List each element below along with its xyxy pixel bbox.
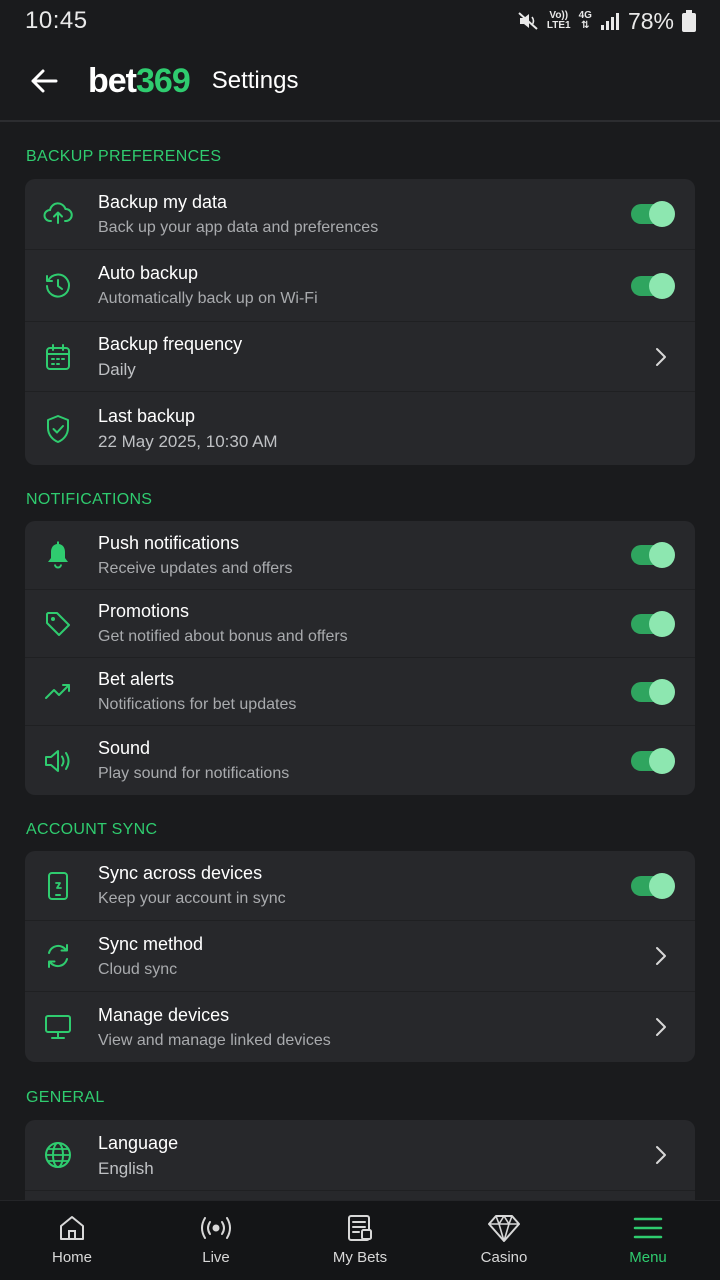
setting-sound[interactable]: Sound Play sound for notifications <box>25 726 695 795</box>
setting-title: Sync method <box>98 933 204 954</box>
setting-title: Sync across devices <box>98 863 263 883</box>
section-title-notifications: NOTIFICATIONS <box>26 491 153 508</box>
back-arrow-icon <box>31 69 58 93</box>
setting-title: Manage devices <box>98 1004 230 1025</box>
push-notifications-toggle[interactable] <box>631 542 675 568</box>
menu-icon <box>633 1217 663 1239</box>
section-title-account-sync: ACCOUNT SYNC <box>26 821 158 838</box>
home-icon <box>60 1216 84 1240</box>
setting-title: Push notifications <box>98 532 240 553</box>
account-sync-card: Sync across devices Keep your account in… <box>25 851 695 1062</box>
setting-sync-method[interactable]: Sync method Cloud sync <box>25 921 695 992</box>
nav-label: Home <box>51 1249 92 1266</box>
back-button[interactable] <box>22 59 66 103</box>
battery-icon <box>682 10 696 32</box>
shield-check-icon <box>47 414 69 443</box>
setting-title: Auto backup <box>98 263 199 283</box>
chevron-right-icon <box>656 947 666 965</box>
section-title-general: GENERAL <box>26 1089 105 1106</box>
notifications-card: Push notifications Receive updates and o… <box>25 521 695 795</box>
general-card: Language English <box>25 1120 695 1200</box>
setting-value: Daily <box>98 360 136 379</box>
setting-push-notifications[interactable]: Push notifications Receive updates and o… <box>25 521 695 590</box>
mute-icon <box>518 12 538 30</box>
nav-live[interactable]: Live <box>144 1201 288 1280</box>
setting-promotions[interactable]: Promotions Get notified about bonus and … <box>25 590 695 658</box>
section-title-backup: BACKUP PREFERENCES <box>26 148 222 165</box>
status-time: 10:45 <box>25 7 88 34</box>
setting-subtitle: View and manage linked devices <box>98 1031 331 1049</box>
setting-title: Backup my data <box>98 191 228 212</box>
nav-my-bets[interactable]: My Bets <box>288 1201 432 1280</box>
setting-title: Last backup <box>98 406 196 426</box>
setting-subtitle: Notifications for bet updates <box>98 696 297 713</box>
nav-menu[interactable]: Menu <box>576 1201 720 1280</box>
setting-title: Backup frequency <box>98 334 243 354</box>
setting-subtitle: Get notified about bonus and offers <box>98 628 348 645</box>
setting-sync-across-devices[interactable]: Sync across devices Keep your account in… <box>25 851 695 921</box>
calendar-icon <box>46 343 70 370</box>
bottom-nav: Home Live My Bets Casino Menu <box>0 1200 720 1280</box>
status-bar: 10:45 Vo)) LTE1 4G ⇅ 78% <box>0 0 720 42</box>
setting-next-partial[interactable] <box>25 1191 695 1200</box>
setting-bet-alerts[interactable]: Bet alerts Notifications for bet updates <box>25 658 695 726</box>
auto-backup-toggle[interactable] <box>631 272 675 299</box>
setting-auto-backup[interactable]: Auto backup Automatically back up on Wi-… <box>25 250 695 322</box>
status-icons: Vo)) LTE1 4G ⇅ 78% <box>517 8 696 35</box>
globe-icon <box>45 1142 71 1168</box>
tag-icon <box>46 611 70 636</box>
settings-content: BACKUP PREFERENCES Backup my data Back u… <box>0 124 720 1200</box>
sound-toggle[interactable] <box>631 747 675 774</box>
nav-casino[interactable]: Casino <box>432 1201 576 1280</box>
monitor-icon <box>45 1015 71 1039</box>
chevron-right-icon <box>656 1018 666 1036</box>
speaker-icon <box>45 749 70 772</box>
setting-language[interactable]: Language English <box>25 1120 695 1191</box>
my-bets-icon <box>348 1215 372 1241</box>
backup-card: Backup my data Back up your app data and… <box>25 179 695 465</box>
bell-icon <box>48 541 68 569</box>
app-header: bet369 Settings <box>0 42 720 122</box>
nav-home[interactable]: Home <box>0 1201 144 1280</box>
trending-up-icon <box>45 683 70 699</box>
chevron-right-icon <box>656 1146 666 1164</box>
casino-icon <box>488 1215 520 1242</box>
setting-subtitle: Play sound for notifications <box>98 765 290 782</box>
cloud-upload-icon <box>43 202 73 224</box>
chevron-right-icon <box>656 347 666 366</box>
volte-indicator: Vo)) LTE1 <box>546 10 571 31</box>
setting-title: Promotions <box>98 601 190 621</box>
promotions-toggle[interactable] <box>631 610 675 637</box>
setting-last-backup: Last backup 22 May 2025, 10:30 AM <box>25 392 695 465</box>
bet-alerts-toggle[interactable] <box>631 678 675 705</box>
phone-sync-icon <box>48 871 68 900</box>
nav-label: Live <box>202 1249 230 1266</box>
sync-across-devices-toggle[interactable] <box>631 872 675 899</box>
setting-manage-devices[interactable]: Manage devices View and manage linked de… <box>25 992 695 1062</box>
nav-label: My Bets <box>332 1249 388 1266</box>
live-icon <box>201 1217 231 1239</box>
backup-my-data-toggle[interactable] <box>631 201 675 227</box>
brand-logo: bet369 <box>88 61 191 100</box>
setting-title: Bet alerts <box>98 669 175 689</box>
setting-value: English <box>98 1158 154 1178</box>
setting-subtitle: Back up your app data and preferences <box>98 218 379 236</box>
setting-subtitle: Receive updates and offers <box>98 559 293 577</box>
clock-history-icon <box>46 273 70 298</box>
setting-subtitle: Automatically back up on Wi-Fi <box>98 290 318 307</box>
nav-label: Menu <box>629 1249 667 1266</box>
setting-subtitle: Cloud sync <box>98 960 178 978</box>
nav-label: Casino <box>480 1249 528 1266</box>
setting-title: Language <box>98 1132 179 1153</box>
setting-title: Sound <box>98 738 151 758</box>
page-title: Settings <box>211 67 299 94</box>
setting-subtitle: Keep your account in sync <box>98 890 286 907</box>
sync-icon <box>48 944 68 968</box>
battery-percent: 78% <box>627 7 674 34</box>
signal-icon <box>600 13 619 30</box>
setting-backup-frequency[interactable]: Backup frequency Daily <box>25 322 695 392</box>
network-indicator: 4G ⇅ <box>578 10 592 31</box>
setting-value: 22 May 2025, 10:30 AM <box>98 432 278 451</box>
setting-backup-my-data[interactable]: Backup my data Back up your app data and… <box>25 179 695 250</box>
